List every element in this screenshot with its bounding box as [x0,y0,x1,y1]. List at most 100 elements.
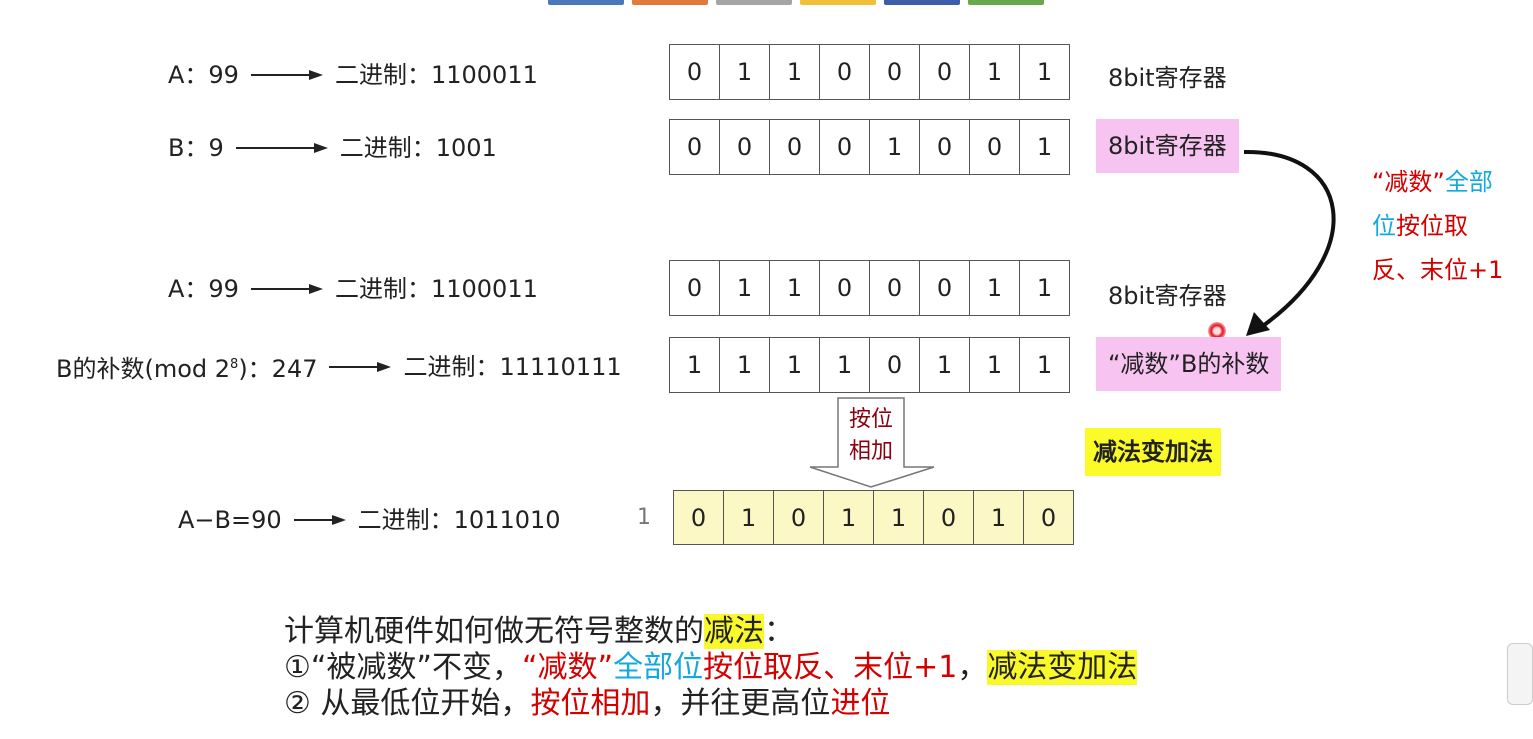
add-label-line1: 按位 [848,407,893,432]
result-value: A−B=90 [178,506,282,534]
line1-highlight: 减法 [704,614,764,649]
line2-a: ①“被减数”不变， [284,650,522,685]
bit-cell: 0 [870,338,920,392]
line3-b: 按位相加 [530,686,651,721]
result-register: 0 1 0 1 1 0 1 0 [673,490,1074,545]
bit-cell: 1 [1036,133,1053,161]
line3-c: ，并往更高位 [650,686,831,721]
bit-cell: 1 [1036,274,1053,302]
bit-cell: 0 [870,45,920,99]
note-part4: 按位取 [1396,212,1468,240]
note-part3: 位 [1372,212,1396,240]
bit-cell: 1 [1036,58,1053,86]
bit-cell: 0 [920,120,970,174]
arrow-icon [293,515,346,525]
row-b-binary: 二进制：1001 [339,134,497,162]
bit-cell: 1 [670,338,720,392]
row-a2-binary: 二进制：1100011 [334,275,538,303]
row-a2-value: A：99 [168,275,239,303]
complement-note: “减数”全部 位按位取 反、末位+1 [1372,160,1533,292]
bit-cell: 0 [670,261,720,315]
register-label: 8bit寄存器 [1108,282,1227,310]
arrow-icon [235,143,328,153]
label-prefix: B的补数(mod 2 [56,355,231,383]
note-part1: “减数” [1372,168,1445,196]
scroll-handle[interactable] [1507,643,1533,705]
note-part5: 反、末位+1 [1372,256,1504,284]
arrow-icon [329,362,392,372]
bit-cell: 1 [970,261,1020,315]
note-part2: 全部 [1444,168,1493,196]
register-b: 0 0 0 0 1 0 0 1 [669,119,1070,175]
register-a: 0 1 1 0 0 0 1 1 [669,44,1070,100]
row-b-complement-label: B的补数(mod 28)：247 二进制：11110111 [56,350,622,384]
bit-cell: 0 [920,45,970,99]
explanation-block: 计算机硬件如何做无符号整数的减法： ①“被减数”不变，“减数”全部位按位取反、末… [284,614,1138,722]
bit-cell: 0 [970,120,1020,174]
row-b-complement-value: B的补数(mod 28)：247 [56,350,317,384]
bit-cell: 0 [670,120,720,174]
bit-cell: 1 [720,338,770,392]
bit-cell: 0 [820,45,870,99]
result-label: A−B=90 二进制：1011010 [178,505,561,535]
row-a-label: A：99 二进制：1100011 [168,60,538,90]
row-b-complement-binary: 二进制：11110111 [403,353,622,381]
row-a-value: A：99 [168,61,239,89]
bit-cell: 0 [774,491,824,544]
bit-cell: 1 [974,491,1024,544]
row-b-label: B：9 二进制：1001 [168,133,497,163]
bit-cell: 0 [820,120,870,174]
sub-to-add-badge: 减法变加法 [1085,428,1221,476]
bit-cell: 1 [770,45,820,99]
bit-cell: 0 [870,261,920,315]
bit-cell: 1 [870,120,920,174]
bit-cell: 1 [824,491,874,544]
carry-bit: 1 [637,505,651,530]
add-label-line2: 相加 [848,439,893,464]
bit-cell: 0 [820,261,870,315]
arrow-icon [250,284,323,294]
arrow-icon [250,70,323,80]
bit-cell: 0 [920,261,970,315]
label-suffix: )：247 [238,355,318,383]
result-binary: 二进制：1011010 [357,506,561,534]
row-b-value: B：9 [168,134,224,162]
bit-cell: 0 [720,120,770,174]
line1-text: 计算机硬件如何做无符号整数的 [284,614,704,649]
line2-c: 全部位 [613,650,704,685]
row-a-binary: 二进制：1100011 [334,61,538,89]
line2-d: 按位取反、末位+1 [703,650,958,685]
explanation-line1: 计算机硬件如何做无符号整数的减法： [284,614,1137,650]
bit-cell: 0 [924,491,974,544]
complement-register-label: “减数”B的补数 [1096,337,1282,391]
line2-e: ， [957,650,988,685]
bit-cell: 1 [770,338,820,392]
top-color-strip [548,0,1044,5]
bit-cell: 1 [770,261,820,315]
explanation-line3: ② 从最低位开始，按位相加，并往更高位进位 [284,686,1137,722]
bit-cell: 1 [1036,351,1053,379]
bit-cell: 1 [874,491,924,544]
bit-cell: 1 [920,338,970,392]
curved-arrow-icon [1243,149,1336,336]
bit-cell: 1 [720,45,770,99]
bit-cell: 0 [670,45,720,99]
register-a2: 0 1 1 0 0 0 1 1 [669,260,1070,316]
register-label: 8bit寄存器 [1108,64,1227,92]
bit-cell: 1 [970,45,1020,99]
line3-a: ② 从最低位开始， [284,686,531,721]
bit-cell: 0 [1040,503,1057,532]
bit-cell: 1 [970,338,1020,392]
line1-suffix: ： [764,614,794,649]
line3-d: 进位 [830,686,891,721]
add-bitwise-label: 按位 相加 [838,404,904,468]
bit-cell: 0 [674,491,724,544]
bit-cell: 1 [720,261,770,315]
register-label-highlight: 8bit寄存器 [1096,119,1239,173]
register-b-complement: 1 1 1 1 0 1 1 1 [669,337,1070,393]
explanation-line2: ①“被减数”不变，“减数”全部位按位取反、末位+1，减法变加法 [284,650,1138,686]
row-a2-label: A：99 二进制：1100011 [168,274,538,304]
bit-cell: 1 [724,491,774,544]
bit-cell: 1 [820,338,870,392]
bit-cell: 0 [770,120,820,174]
